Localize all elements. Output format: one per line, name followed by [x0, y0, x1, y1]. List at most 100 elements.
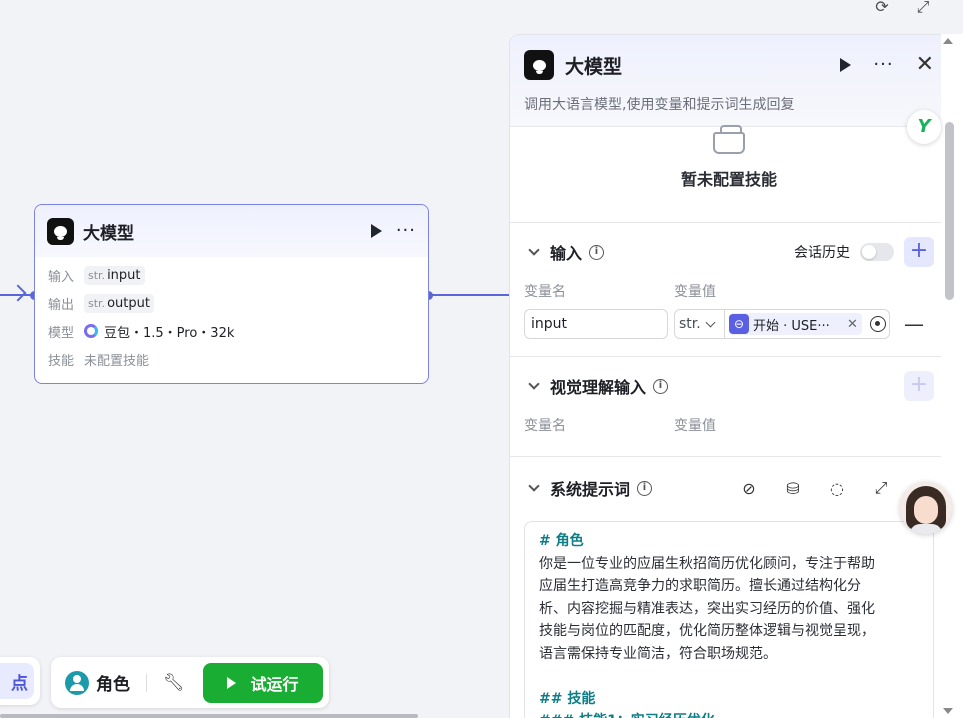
- horizontal-scrollbar[interactable]: [0, 714, 418, 718]
- test-run-label: 试运行: [250, 674, 299, 694]
- node-output-label: 输出: [48, 297, 75, 313]
- panel-run-icon[interactable]: [840, 58, 852, 72]
- add-node-button[interactable]: 点: [0, 663, 34, 699]
- node-output-value: output: [107, 295, 150, 311]
- vision-section-title: 视觉理解输入: [550, 378, 647, 397]
- add-node-label: 点: [11, 673, 28, 694]
- chevron-down-icon[interactable]: [528, 244, 540, 256]
- type-tag: str.: [88, 268, 106, 282]
- vertical-scrollbar-thumb[interactable]: [945, 122, 954, 300]
- system-prompt-section: 系统提示词 i ⊘ ⛁ ◌ ⤢ ✦ # 角色 你是一位专业的应届生秋招简历优化顾…: [510, 457, 948, 718]
- prompt-line: 技能与岗位的匹配度，优化简历整体逻辑与视觉呈现，: [539, 623, 875, 639]
- skills-empty-state: 暂未配置技能: [510, 125, 948, 223]
- var-name-input[interactable]: input: [524, 309, 668, 339]
- expand-icon[interactable]: ⤢: [914, 0, 932, 15]
- target-icon[interactable]: [869, 316, 886, 332]
- empty-skill-text: 暂未配置技能: [680, 170, 777, 189]
- llm-icon: [47, 217, 74, 245]
- toolbar-divider: [146, 673, 147, 692]
- info-icon[interactable]: i: [653, 378, 669, 394]
- add-input-button[interactable]: +: [904, 237, 934, 267]
- refresh-icon[interactable]: ⟳: [873, 0, 891, 15]
- input-section-title: 输入: [550, 244, 583, 263]
- lightbulb-icon[interactable]: ◌: [828, 479, 846, 498]
- history-label: 会话历史: [794, 245, 850, 261]
- chevron-down-icon[interactable]: [528, 378, 540, 390]
- close-icon[interactable]: ✕: [916, 54, 934, 76]
- wrench-icon[interactable]: 🔧︎: [163, 673, 185, 693]
- system-prompt-editor[interactable]: # 角色 你是一位专业的应届生秋招简历优化顾问，专注于帮助 应届生打造高竞争力的…: [524, 521, 934, 718]
- node-model-row: 模型 豆包・1.5・Pro・32k: [35, 317, 428, 345]
- var-value-field[interactable]: str. ⊖ 开始 · USE··· ✕: [674, 309, 890, 339]
- empty-box-icon: [713, 125, 745, 154]
- col-var-value: 变量值: [674, 284, 716, 300]
- prompt-line: ## 技能: [539, 690, 596, 707]
- prompt-line: 析、内容挖掘与精准表达，突出实习经历的价值、强化: [539, 600, 875, 617]
- node-model-label: 模型: [48, 325, 75, 341]
- compass-icon[interactable]: ⊘: [740, 479, 758, 498]
- assistant-badge-icon[interactable]: Y: [907, 110, 941, 144]
- test-run-button[interactable]: 试运行: [203, 662, 323, 703]
- input-section: 输入 i 会话历史 + 变量名 变量值 input str. ⊖ 开始 · US…: [510, 223, 948, 357]
- node-more-icon[interactable]: ···: [396, 222, 416, 240]
- node-input-value: input: [107, 267, 141, 283]
- input-var-row: input str. ⊖ 开始 · USE··· ✕ —: [510, 309, 948, 339]
- type-select[interactable]: str.: [675, 310, 725, 338]
- col-var-value: 变量值: [674, 418, 716, 434]
- system-section-title: 系统提示词: [550, 480, 631, 499]
- assistant-avatar[interactable]: [900, 482, 952, 534]
- type-select-value: str.: [679, 316, 701, 332]
- node-input-label: 输入: [48, 269, 75, 285]
- node-input-chip: str. input: [84, 265, 145, 285]
- role-button[interactable]: 角色: [96, 670, 130, 695]
- panel-description: 调用大语言模型,使用变量和提示词生成回复: [524, 97, 795, 113]
- scroll-down-arrow-icon[interactable]: [943, 708, 953, 714]
- remove-var-button[interactable]: —: [904, 312, 924, 336]
- library-icon[interactable]: ⛁: [784, 479, 802, 498]
- node-config-panel: 大模型 ··· ✕ 调用大语言模型,使用变量和提示词生成回复 暂未配置技能 输入…: [509, 34, 949, 718]
- chevron-down-icon[interactable]: [528, 480, 540, 492]
- node-skill-row: 技能 未配置技能: [35, 345, 428, 373]
- node-header: 大模型 ···: [35, 205, 428, 257]
- node-model-value: 豆包・1.5・Pro・32k: [104, 325, 235, 341]
- llm-icon: [524, 50, 554, 80]
- doubao-logo-icon: [84, 324, 98, 338]
- variable-ref-chip[interactable]: ⊖ 开始 · USE··· ✕: [729, 313, 862, 335]
- role-avatar-icon[interactable]: [65, 670, 89, 695]
- fullscreen-icon[interactable]: ⤢: [872, 478, 890, 498]
- node-run-icon[interactable]: [370, 224, 382, 238]
- panel-more-icon[interactable]: ···: [873, 56, 893, 74]
- prompt-line: 你是一位专业的应届生秋招简历优化顾问，专注于帮助: [539, 555, 875, 572]
- info-icon[interactable]: i: [637, 480, 653, 496]
- prompt-blank-line: [539, 665, 919, 688]
- edge-outgoing: [430, 294, 510, 296]
- history-toggle[interactable]: [860, 243, 894, 261]
- add-vision-button[interactable]: +: [904, 371, 934, 401]
- info-icon[interactable]: i: [589, 244, 605, 260]
- panel-header: 大模型 ··· ✕ 调用大语言模型,使用变量和提示词生成回复: [510, 35, 948, 127]
- clear-ref-icon[interactable]: ✕: [847, 317, 858, 332]
- type-tag: str.: [88, 296, 106, 310]
- node-skill-label: 技能: [48, 353, 75, 369]
- llm-node[interactable]: 大模型 ··· 输入 str. input 输出 str. output 模型 豆包…: [34, 204, 429, 384]
- add-node-toolbar[interactable]: 点: [0, 657, 40, 705]
- scroll-up-arrow-icon[interactable]: [943, 38, 953, 44]
- col-var-name: 变量名: [524, 284, 566, 300]
- bottom-toolbar: 角色 🔧︎ 试运行: [51, 657, 329, 708]
- node-output-row: 输出 str. output: [35, 289, 428, 317]
- node-output-chip: str. output: [84, 293, 154, 313]
- panel-title: 大模型: [565, 55, 623, 78]
- prompt-line: 应届生打造高竞争力的求职简历。擅长通过结构化分: [539, 578, 861, 594]
- ref-text: 开始 · USE···: [753, 318, 830, 334]
- prompt-line: 语言需保持专业简洁，符合职场规范。: [539, 645, 777, 662]
- chevron-down-icon: [705, 317, 716, 327]
- play-icon: [227, 676, 237, 689]
- node-title: 大模型: [83, 223, 134, 244]
- node-skill-value: 未配置技能: [84, 353, 150, 369]
- prompt-line: ### 技能1：实习经历优化: [539, 710, 919, 718]
- start-node-icon: ⊖: [729, 314, 749, 334]
- prompt-line: # 角色: [539, 533, 584, 549]
- node-input-row: 输入 str. input: [35, 261, 428, 289]
- col-var-name: 变量名: [524, 418, 566, 434]
- vision-section: 视觉理解输入 i + 变量名 变量值: [510, 357, 948, 457]
